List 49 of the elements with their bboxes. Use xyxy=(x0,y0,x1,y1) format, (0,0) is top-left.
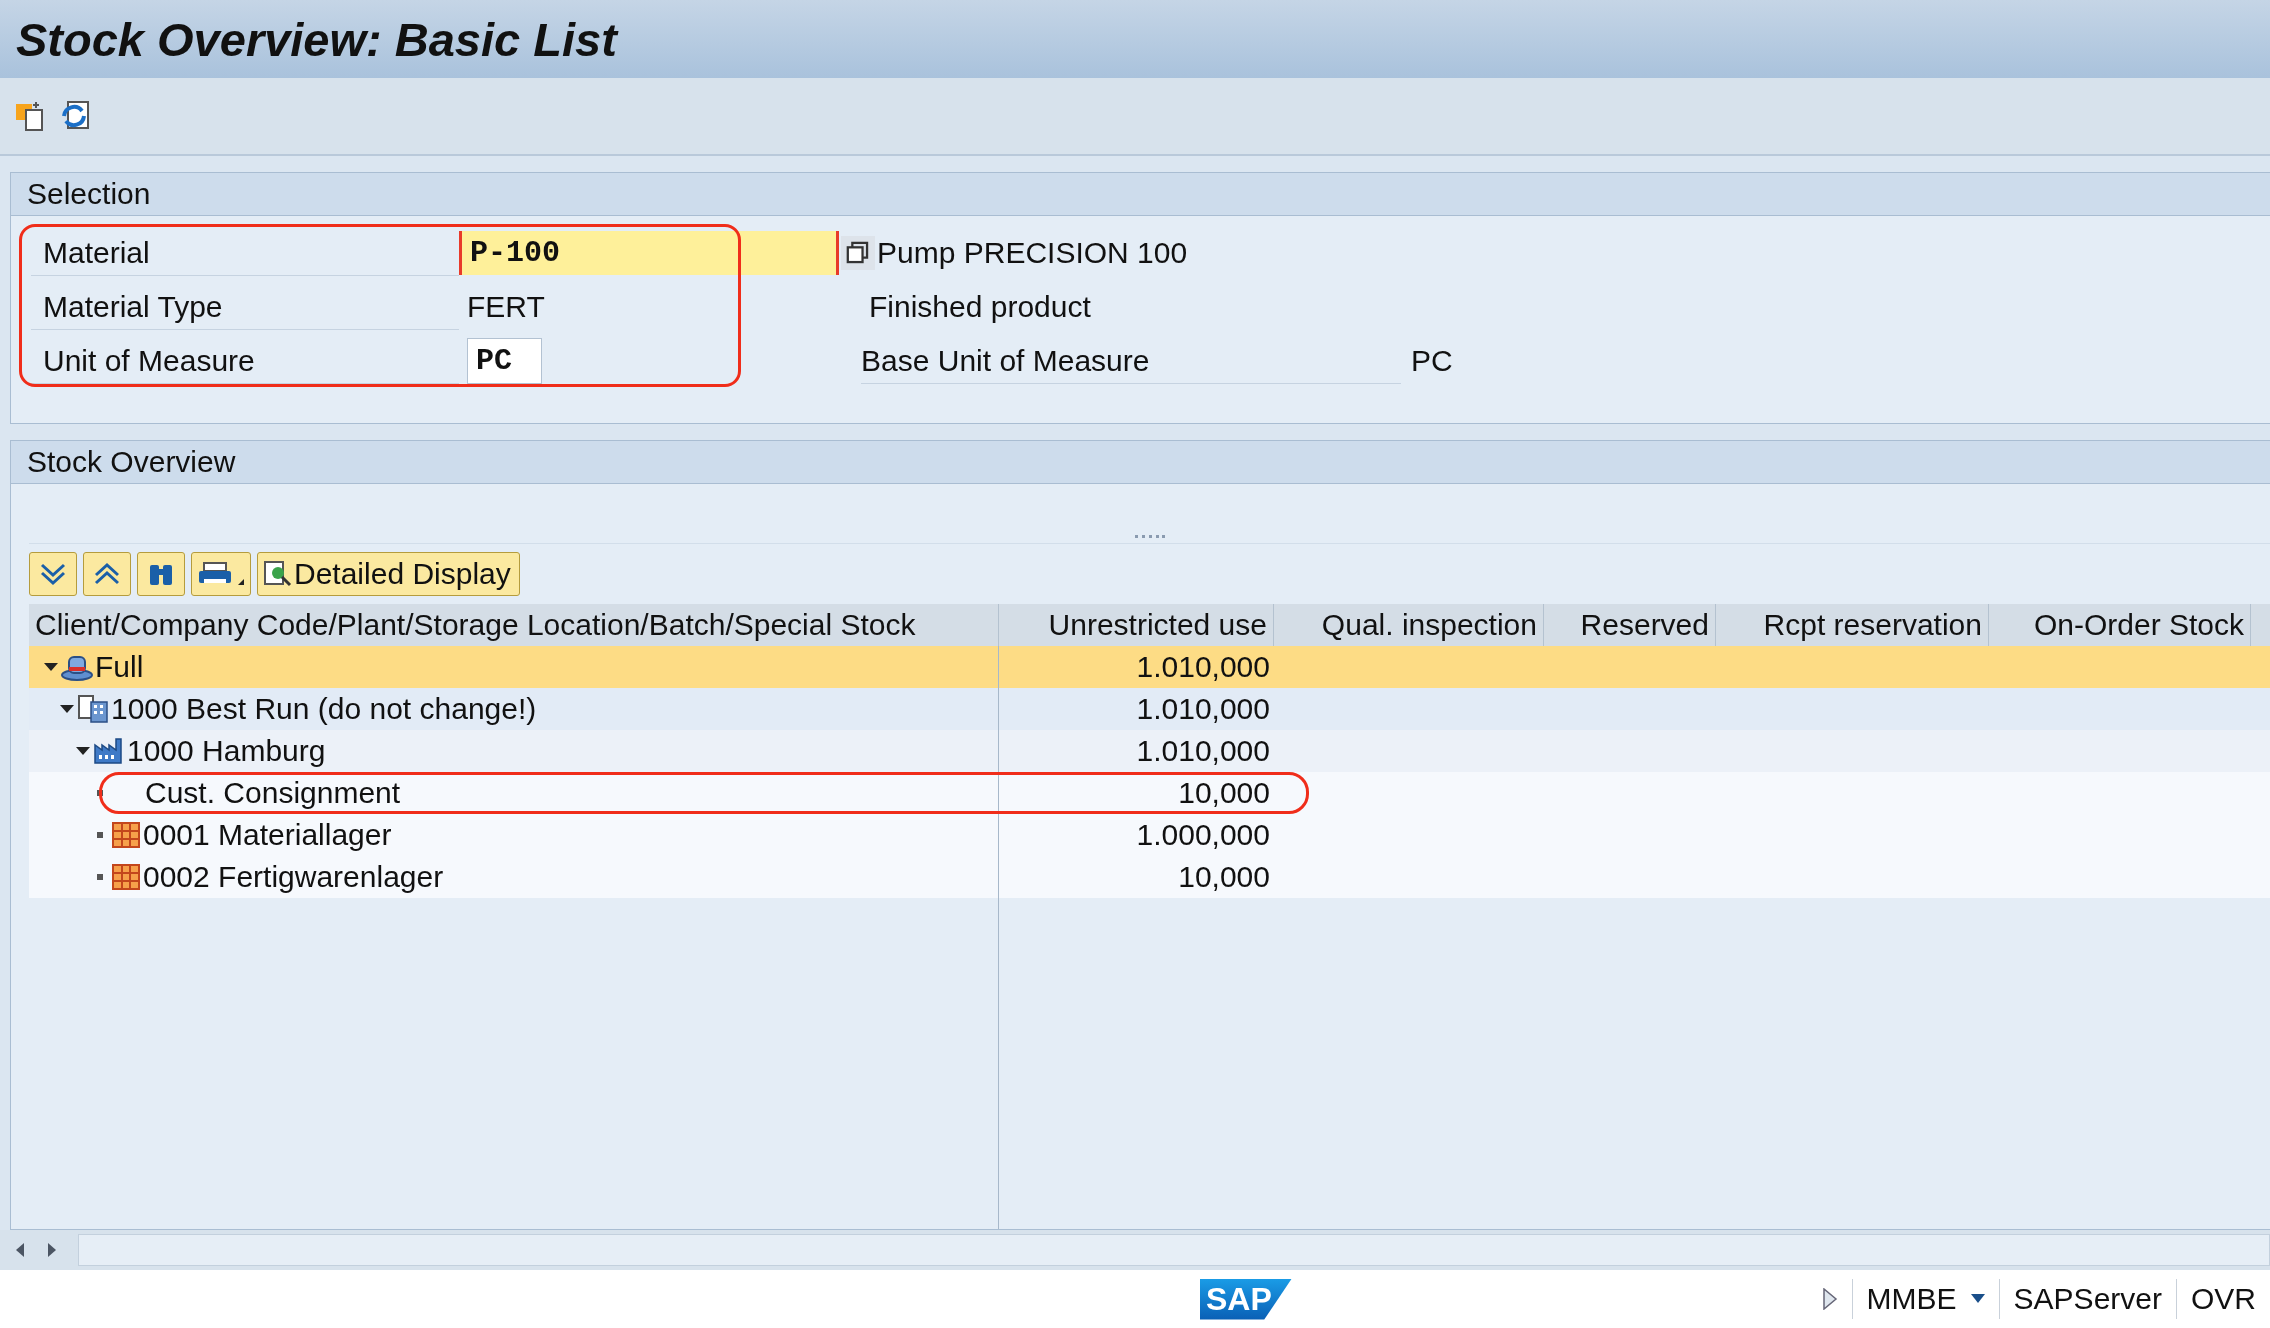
field-value: PC xyxy=(1411,344,1453,378)
input-field[interactable]: PC xyxy=(467,338,542,384)
office-building-icon xyxy=(77,694,109,724)
find-button[interactable] xyxy=(137,552,185,596)
field-label: Material Type xyxy=(31,284,459,330)
splitter-handle-icon[interactable] xyxy=(1134,535,1165,539)
shelf-icon xyxy=(111,863,141,891)
tree-node-label[interactable]: 0002 Fertigwarenlager xyxy=(143,860,444,894)
transaction-code: MMBE xyxy=(1866,1282,1957,1316)
leaf-bullet-icon xyxy=(97,874,103,880)
material-description: Pump PRECISION 100 xyxy=(877,236,1188,270)
field-label: Unit of Measure xyxy=(31,338,459,384)
input-mode: OVR xyxy=(2191,1282,2256,1316)
window-title: Stock Overview: Basic List xyxy=(16,11,617,67)
field-label: Base Unit of Measure xyxy=(861,338,1401,384)
table-cell-text: 1.010,000 xyxy=(1135,650,1271,684)
value-help-icon[interactable] xyxy=(841,236,875,270)
table-cell-text: 1.010,000 xyxy=(1135,734,1271,768)
input-field[interactable]: P-100 xyxy=(459,231,839,275)
table-cell-text: 1.010,000 xyxy=(1135,692,1271,726)
tree-node-label[interactable]: 1000 Hamburg xyxy=(127,734,326,768)
type-description: Finished product xyxy=(869,290,1091,324)
scroll-right-icon[interactable] xyxy=(46,1242,58,1258)
field-value: FERT xyxy=(466,290,546,324)
sap-logo: SAP xyxy=(1200,1278,1292,1320)
tree-node-label[interactable]: Full xyxy=(95,650,144,684)
print-button[interactable] xyxy=(191,552,251,596)
expand-all-button[interactable] xyxy=(29,552,77,596)
server-name: SAPServer xyxy=(2013,1282,2162,1316)
tree-node-label[interactable]: 0001 Materiallager xyxy=(143,818,392,852)
collapse-all-button[interactable] xyxy=(83,552,131,596)
scroll-left-icon[interactable] xyxy=(14,1242,26,1258)
play-icon[interactable] xyxy=(1821,1288,1838,1310)
tree-node-label[interactable]: Cust. Consignment xyxy=(145,776,401,810)
dropdown-caret-icon[interactable] xyxy=(1970,1294,1985,1304)
panel-title: Stock Overview xyxy=(27,445,236,479)
magnifier-document-icon xyxy=(262,559,292,589)
table-cell-text: 10,000 xyxy=(1177,776,1271,810)
table-cell-text: 1.000,000 xyxy=(1135,818,1271,852)
scrollbar-track[interactable] xyxy=(78,1234,2270,1266)
detailed-display-button[interactable]: Detailed Display xyxy=(257,552,520,596)
hat-icon xyxy=(61,653,93,681)
shelf-icon xyxy=(111,821,141,849)
factory-icon xyxy=(93,737,125,765)
table-cell-text: 10,000 xyxy=(1177,860,1271,894)
field-label: Material xyxy=(31,230,459,276)
panel-title: Selection xyxy=(27,177,151,211)
leaf-bullet-icon xyxy=(97,832,103,838)
tree-node-label[interactable]: 1000 Best Run (do not change!) xyxy=(111,692,537,726)
